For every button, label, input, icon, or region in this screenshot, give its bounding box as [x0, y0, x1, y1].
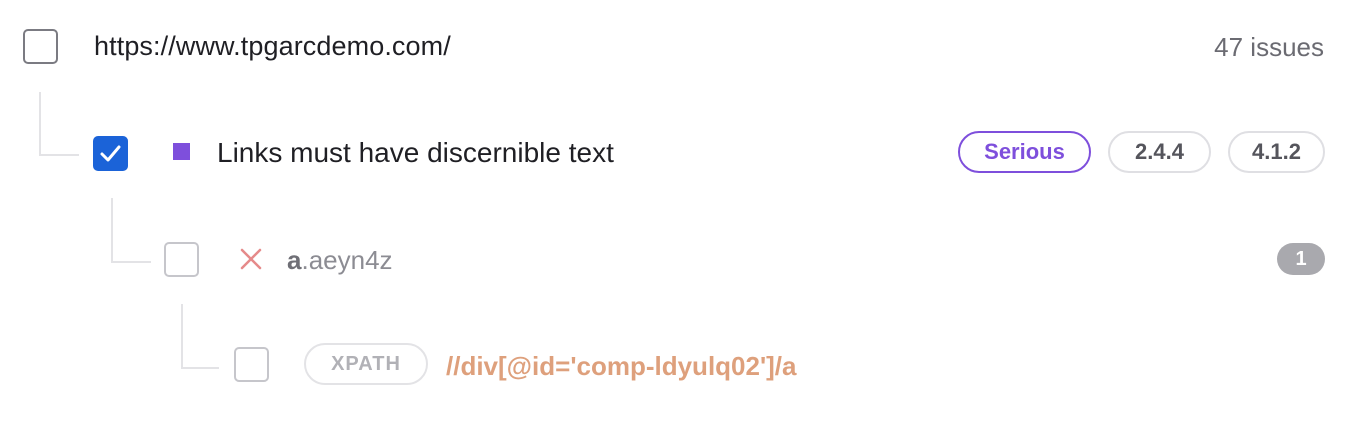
node-element: a — [287, 245, 302, 275]
page-url[interactable]: https://www.tpgarcdemo.com/ — [94, 33, 451, 60]
severity-badge: Serious — [958, 131, 1091, 173]
locator-checkbox[interactable] — [234, 347, 269, 382]
node-checkbox[interactable] — [164, 242, 199, 277]
tree-connector — [181, 304, 219, 369]
close-icon — [239, 247, 263, 271]
node-class: .aeyn4z — [301, 245, 393, 275]
locator-value[interactable]: //div[@id='comp-ldyulq02']/a — [446, 353, 797, 379]
locator-type-badge: XPATH — [304, 343, 428, 385]
checkmark-icon — [100, 145, 121, 162]
tree-connector — [111, 198, 151, 263]
issue-count: 47 issues — [1214, 32, 1324, 62]
wcag-tag-badge: 2.4.4 — [1108, 131, 1211, 173]
rule-title[interactable]: Links must have discernible text — [217, 139, 614, 167]
tree-connector — [39, 92, 79, 156]
severity-marker-icon — [173, 143, 190, 160]
wcag-tag-badge: 4.1.2 — [1228, 131, 1325, 173]
node-count-badge: 1 — [1277, 243, 1325, 275]
node-selector[interactable]: a.aeyn4z — [287, 247, 393, 273]
page-checkbox[interactable] — [23, 29, 58, 64]
rule-checkbox[interactable] — [93, 136, 128, 171]
